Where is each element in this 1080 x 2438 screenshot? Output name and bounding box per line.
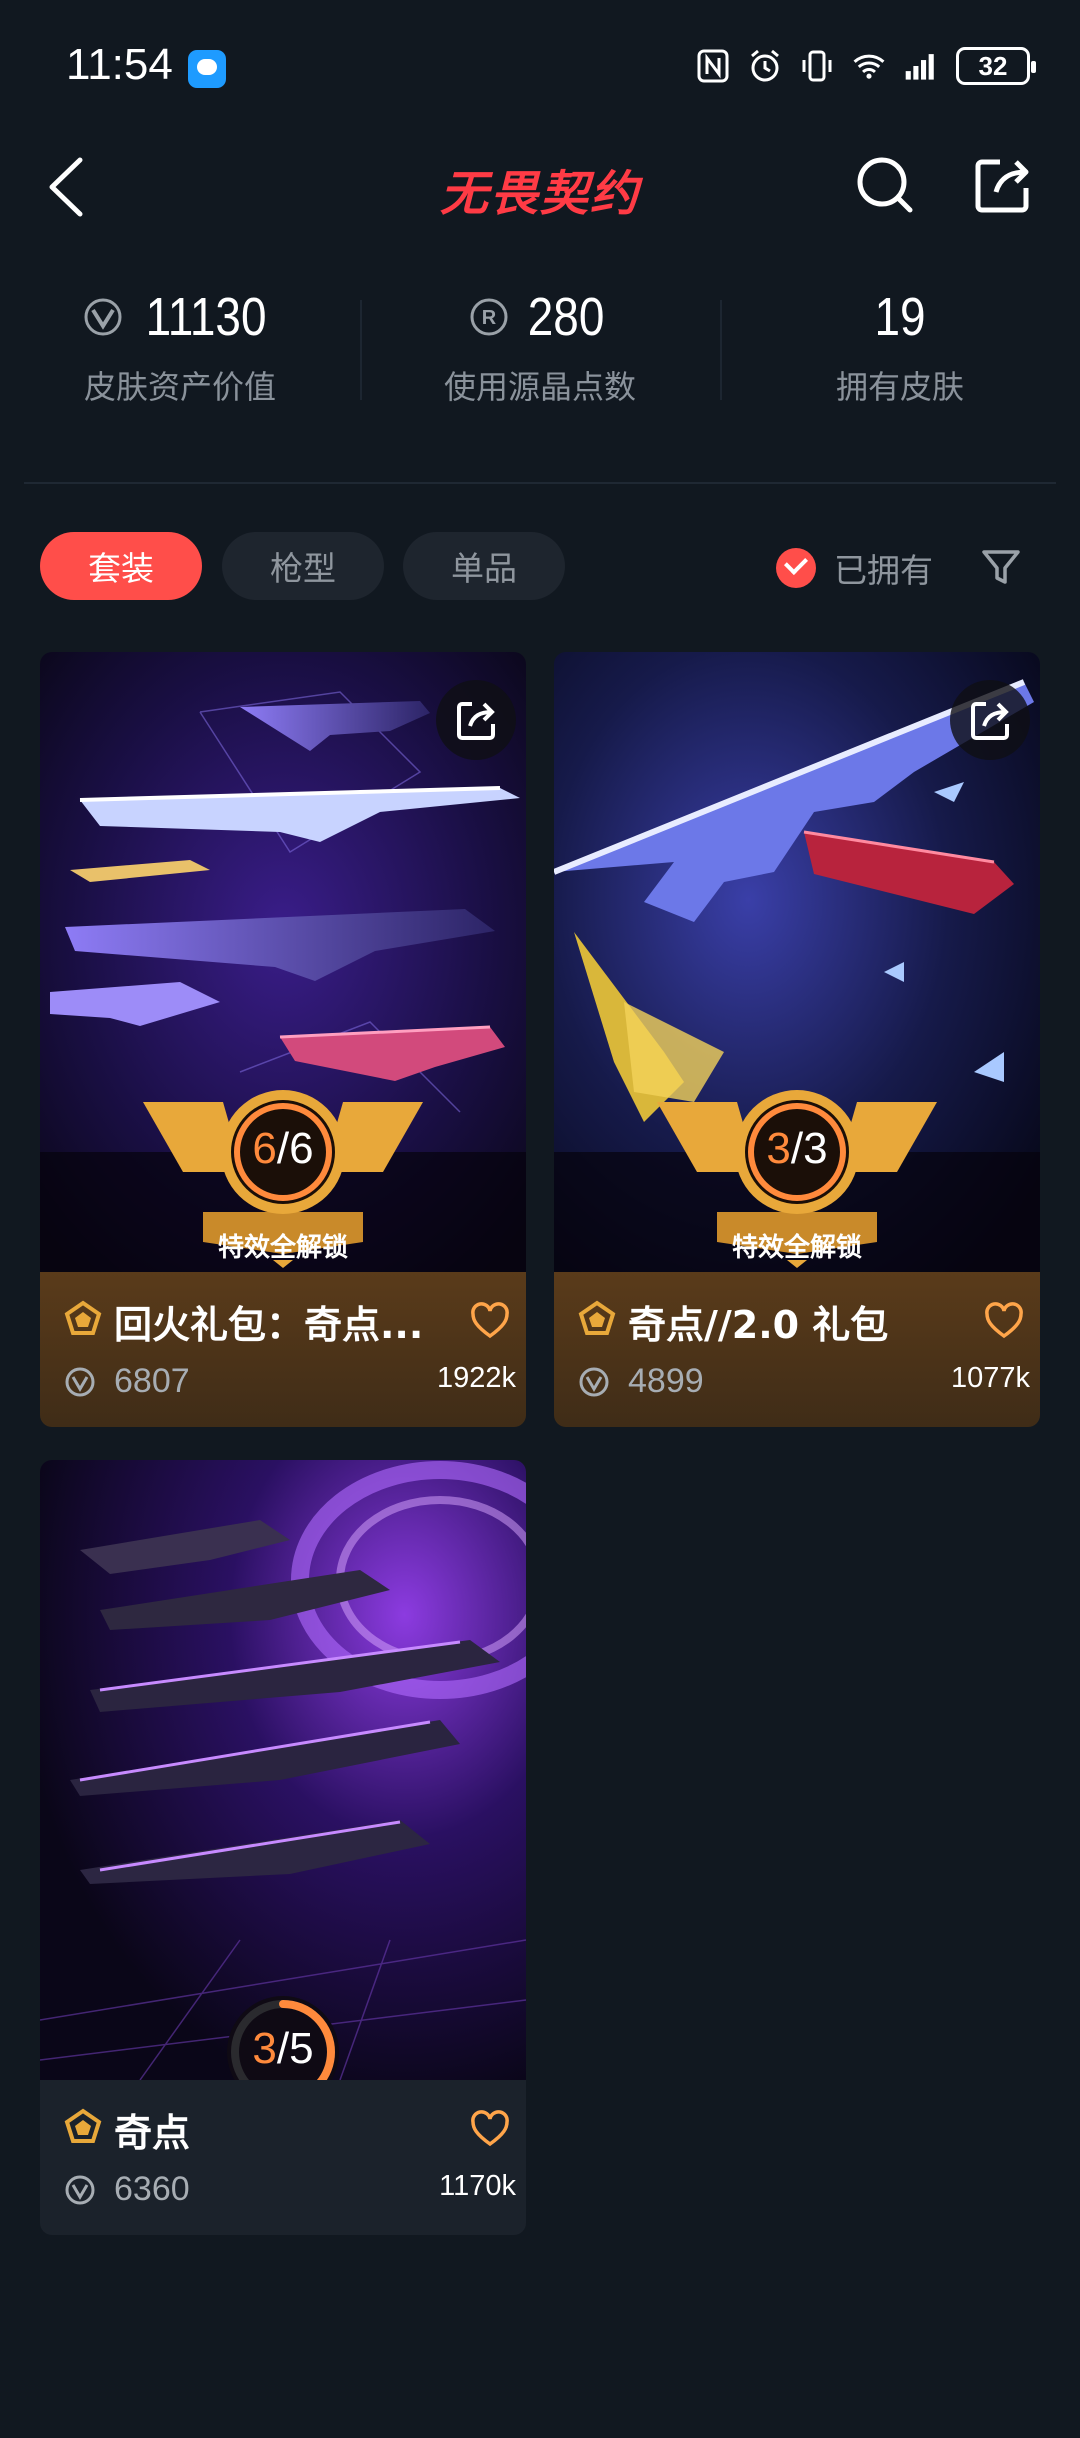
owned-count: 3 — [766, 1124, 791, 1173]
share-button[interactable] — [970, 152, 1036, 218]
total-count: 6 — [289, 1124, 314, 1173]
signal-icon — [905, 54, 934, 80]
total-count: 3 — [803, 1124, 828, 1173]
stat-label: 皮肤资产价值 — [83, 368, 276, 406]
favorite-heart-icon[interactable] — [470, 2110, 510, 2148]
weapon-collection-image — [40, 1460, 526, 2080]
bundle-artwork: 3/3 特效全解锁 — [554, 652, 1040, 1272]
stat-skin-value: 11130 皮肤资产价值 — [0, 270, 360, 430]
valorant-points-icon — [65, 2175, 95, 2205]
valorant-points-icon — [579, 1367, 609, 1397]
checkbox-checked-icon[interactable] — [776, 548, 816, 588]
card-title: 奇点//2.0 礼包 — [628, 1303, 889, 1347]
owned-count: 3 — [252, 2024, 277, 2073]
stat-radianite: R 280 使用源晶点数 — [360, 270, 720, 430]
card-info: 奇点//2.0 礼包 4899 1077k — [554, 1272, 1040, 1427]
unlock-label: 特效全解锁 — [217, 1233, 348, 1263]
app-logo: 无畏契约 — [439, 166, 640, 222]
bundle-artwork: 3/5 — [40, 1460, 526, 2080]
card-price: 6360 — [114, 2170, 190, 2208]
card-info: 奇点 6360 1170k — [40, 2080, 526, 2235]
status-icons: 32 — [696, 44, 1036, 88]
total-count: 5 — [289, 2024, 314, 2073]
card-likes: 1922k — [436, 1362, 516, 1394]
valorant-points-icon — [84, 298, 122, 336]
unlock-label: 特效全解锁 — [731, 1233, 862, 1263]
favorite-heart-icon[interactable] — [984, 1302, 1024, 1340]
alarm-icon — [751, 49, 779, 82]
owned-count: 6 — [252, 1124, 277, 1173]
stat-label: 使用源晶点数 — [443, 368, 636, 406]
bundle-card[interactable]: 3/3 特效全解锁 奇点//2.0 礼包 4899 1077k — [554, 652, 1040, 1427]
unlock-badge: 3/3 特效全解锁 — [657, 1072, 937, 1272]
unlock-progress: 3/5 — [252, 2024, 314, 2073]
tab-single-item[interactable]: 单品 — [403, 532, 565, 600]
bundle-emblem-icon — [578, 1300, 616, 1335]
bundle-emblem-icon — [64, 2108, 102, 2143]
stat-owned-skins: 19 拥有皮肤 — [720, 270, 1080, 430]
card-share-button[interactable] — [950, 680, 1030, 760]
owned-label: 已拥有 — [834, 551, 933, 590]
unlock-progress: 6/6 — [252, 1124, 314, 1173]
filter-bar: 套装 枪型 单品 已拥有 — [0, 532, 1080, 602]
bundle-emblem-icon — [64, 1300, 102, 1335]
bundle-card[interactable]: 6/6 特效全解锁 回火礼包：奇点... 6807 1922k — [40, 652, 526, 1427]
share-icon — [971, 702, 1009, 740]
share-icon — [457, 702, 495, 740]
status-time: 11:54 — [66, 40, 173, 89]
bundle-card[interactable]: 3/5 奇点 6360 1170k — [40, 1460, 526, 2235]
stat-value: 19 — [874, 287, 926, 347]
tab-weapon-type[interactable]: 枪型 — [222, 532, 384, 600]
wifi-icon — [853, 54, 885, 79]
card-likes: 1077k — [950, 1362, 1030, 1394]
owned-toggle[interactable]: 已拥有 — [776, 544, 933, 592]
battery-indicator: 32 — [956, 47, 1036, 85]
valorant-points-icon — [65, 1367, 95, 1397]
status-bar: 11:54 32 — [0, 0, 1080, 130]
nfc-icon — [697, 49, 729, 83]
top-nav: 无畏契约 — [0, 130, 1080, 245]
card-price: 6807 — [114, 1362, 190, 1400]
bundle-artwork: 6/6 特效全解锁 — [40, 652, 526, 1272]
card-likes: 1170k — [439, 2170, 516, 2202]
unlock-badge: 6/6 特效全解锁 — [143, 1072, 423, 1272]
svg-text:R: R — [482, 307, 497, 329]
asset-stats: 11130 皮肤资产价值 R 280 使用源晶点数 19 拥有皮肤 — [0, 270, 1080, 430]
unlock-progress-ring: 3/5 — [223, 1992, 343, 2080]
card-title: 奇点 — [114, 2111, 191, 2155]
stat-value: 11130 — [145, 287, 267, 347]
divider — [24, 482, 1056, 484]
stat-value: 280 — [527, 287, 605, 347]
card-share-button[interactable] — [436, 680, 516, 760]
search-button[interactable] — [852, 152, 918, 218]
card-title: 回火礼包：奇点... — [114, 1303, 424, 1347]
unlock-progress: 3/3 — [766, 1124, 828, 1173]
card-price: 4899 — [628, 1362, 704, 1400]
card-info: 回火礼包：奇点... 6807 1922k — [40, 1272, 526, 1427]
message-notification-icon — [188, 50, 226, 88]
filter-funnel-icon[interactable] — [980, 546, 1022, 588]
stat-label: 拥有皮肤 — [835, 368, 964, 406]
vibrate-icon — [802, 50, 832, 82]
tab-bundle[interactable]: 套装 — [40, 532, 202, 600]
radianite-icon: R — [470, 298, 508, 336]
favorite-heart-icon[interactable] — [470, 1302, 510, 1340]
